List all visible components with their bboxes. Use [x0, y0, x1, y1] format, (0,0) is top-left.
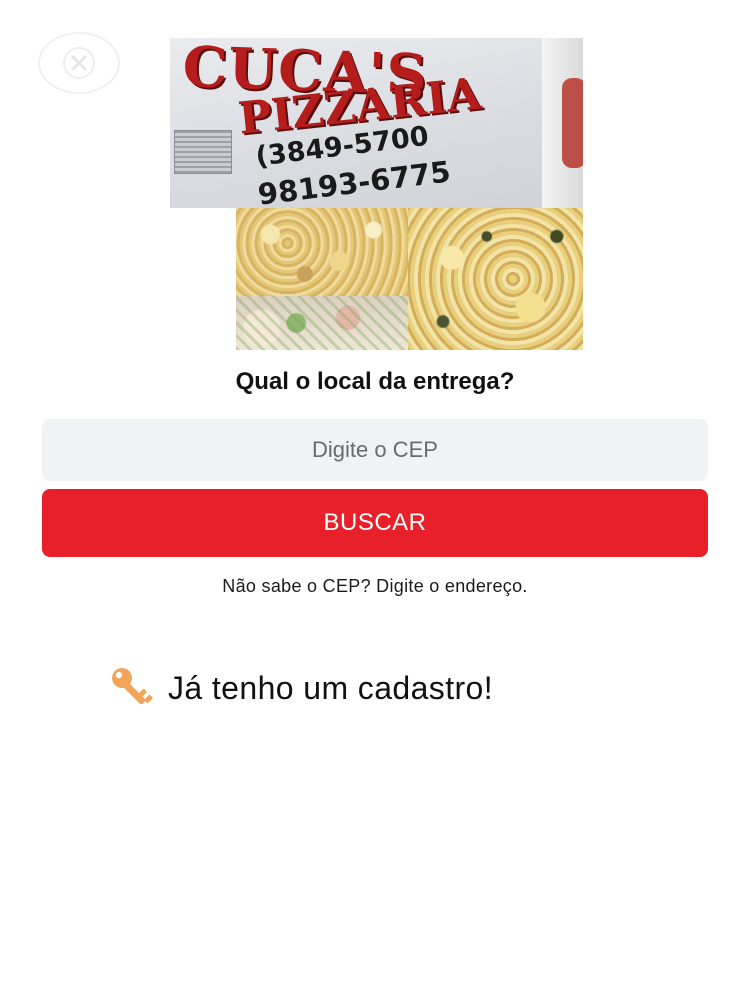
close-icon — [63, 47, 95, 79]
address-search-link[interactable]: Não sabe o CEP? Digite o endereço. — [0, 576, 750, 597]
pizzeria-banner-image: CUCA'S PIZZARIA (3849-5700 98193-6775 — [170, 38, 583, 350]
pizza-photo-3 — [236, 296, 408, 350]
close-button[interactable] — [38, 32, 120, 94]
pizza-photo-2 — [408, 208, 583, 350]
cep-input[interactable] — [42, 419, 708, 481]
login-label: Já tenho um cadastro! — [168, 669, 494, 706]
sign-side-logo — [562, 78, 583, 168]
key-icon — [112, 668, 153, 705]
delivery-question: Qual o local da entrega? — [235, 368, 515, 395]
login-link[interactable]: Já tenho um cadastro! — [108, 664, 493, 712]
search-button[interactable]: BUSCAR — [42, 489, 708, 557]
pizza-photo-1 — [236, 208, 408, 296]
wall-vent — [174, 130, 232, 174]
delivery-location-page: CUCA'S PIZZARIA (3849-5700 98193-6775 Qu… — [0, 0, 750, 1000]
